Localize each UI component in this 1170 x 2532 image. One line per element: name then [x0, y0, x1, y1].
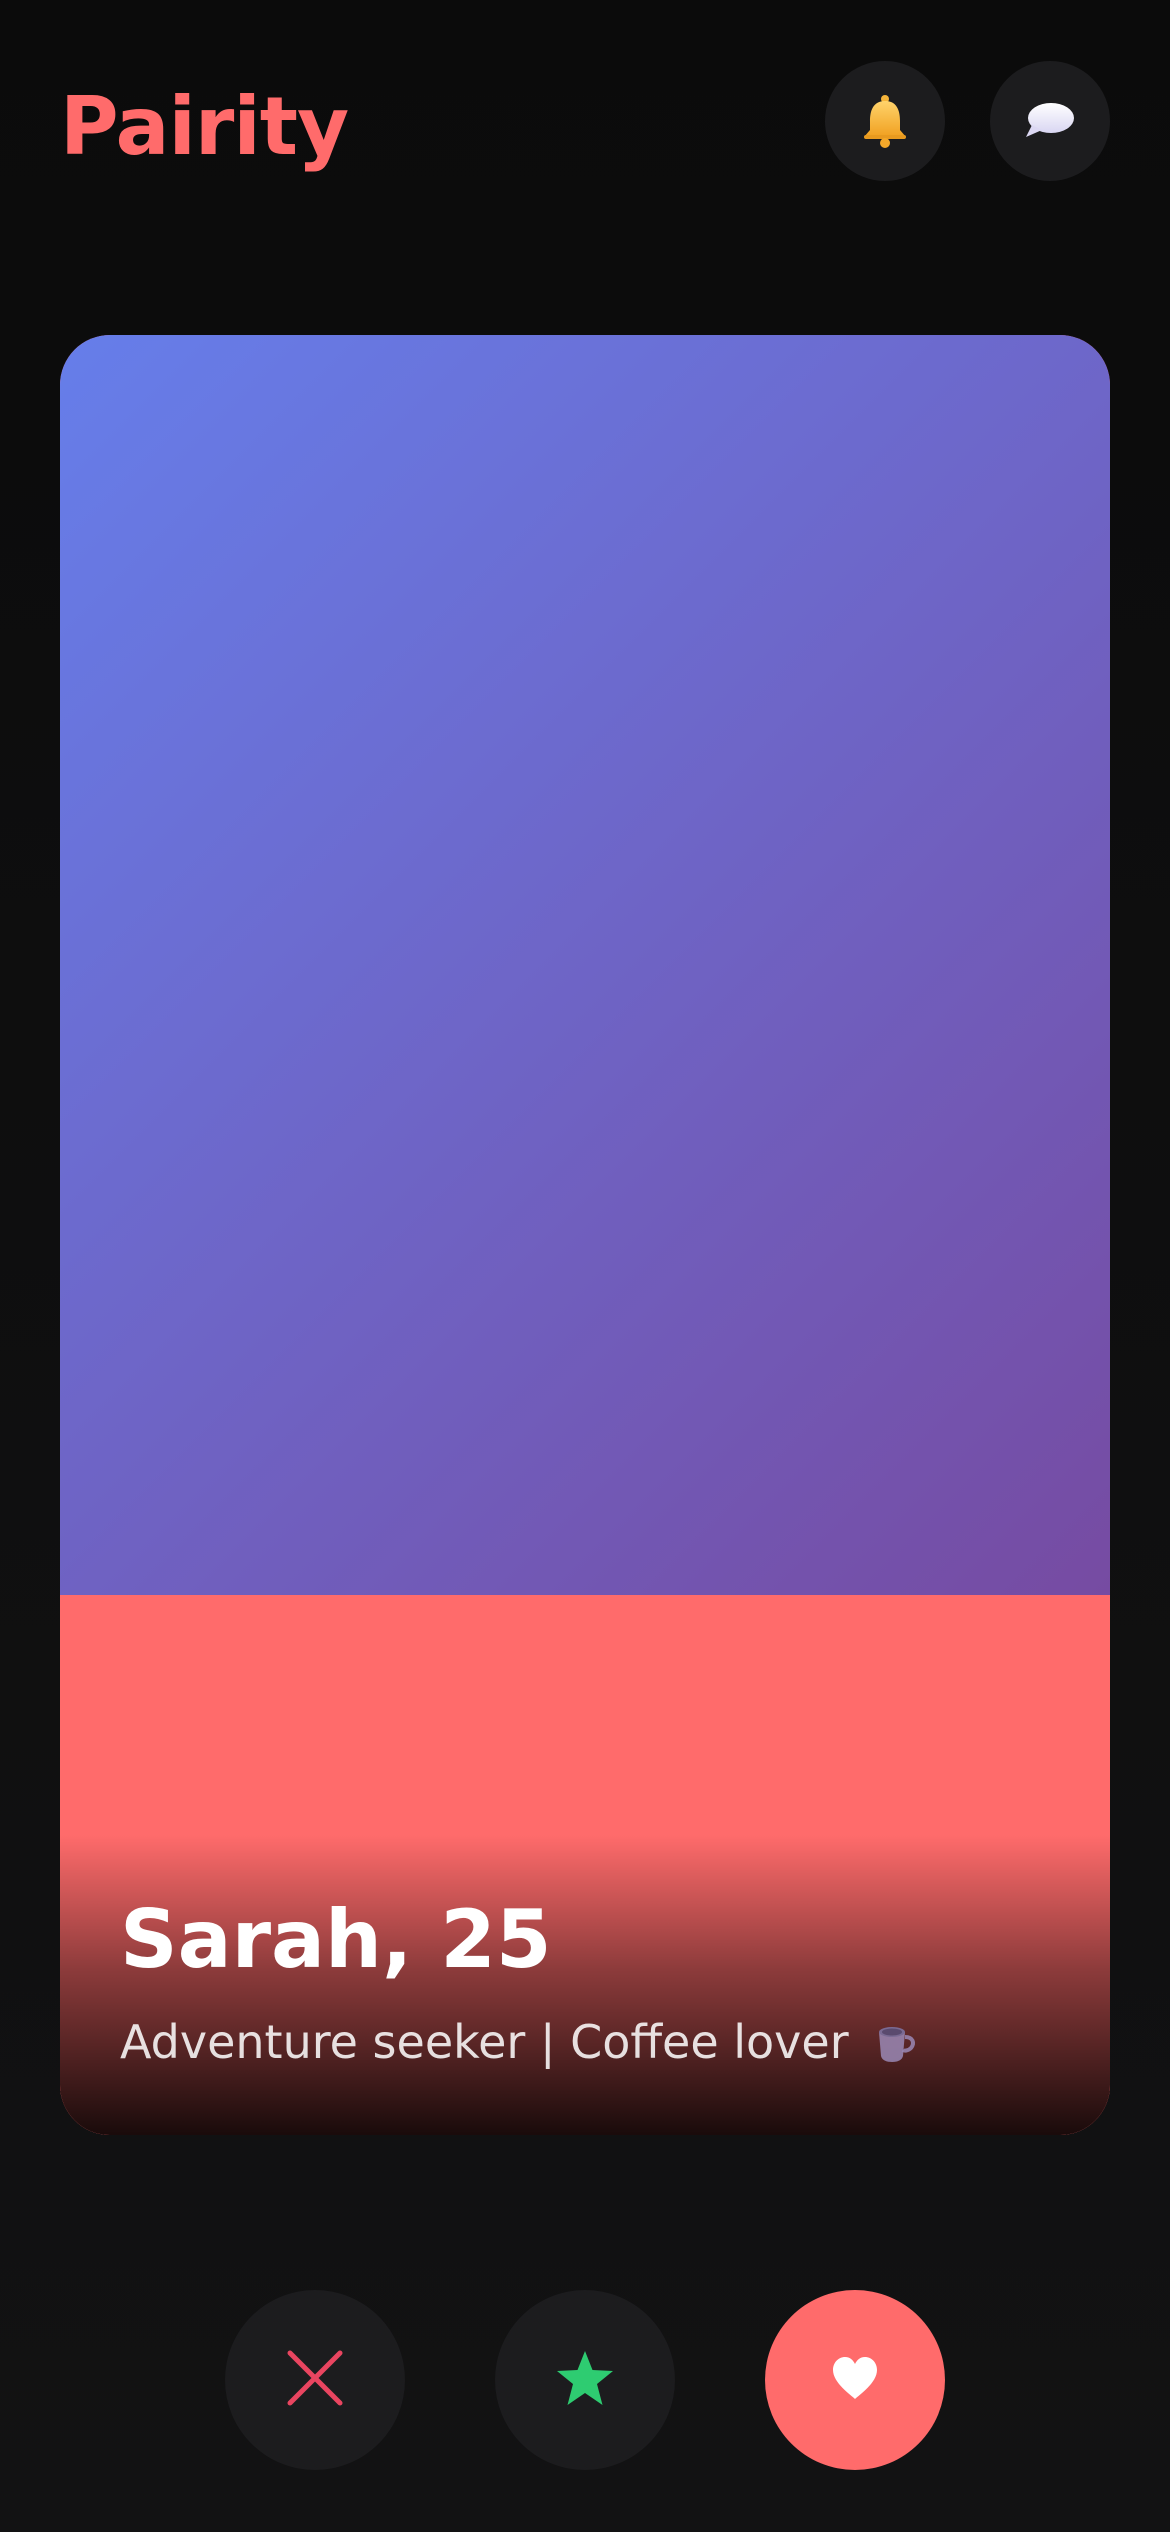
- profile-card[interactable]: Sarah, 25 Adventure seeker | Coffee love…: [60, 335, 1110, 2135]
- notifications-button[interactable]: [825, 61, 945, 181]
- close-icon: [285, 2348, 345, 2412]
- speech-bubble-icon: [1024, 99, 1076, 143]
- profile-bio: Adventure seeker | Coffee lover: [120, 2015, 849, 2069]
- profile-photo: [60, 335, 1110, 1595]
- super-like-button[interactable]: [495, 2290, 675, 2470]
- messages-button[interactable]: [990, 61, 1110, 181]
- profile-bio-row: Adventure seeker | Coffee lover: [120, 2012, 1050, 2072]
- like-button[interactable]: [765, 2290, 945, 2470]
- app-logo: Pairity: [60, 80, 349, 173]
- bell-icon: [860, 94, 910, 148]
- app-screen: Pairity Sarah, 25 Adventure seeker | Cof…: [0, 0, 1170, 2532]
- pass-button[interactable]: [225, 2290, 405, 2470]
- star-icon: [555, 2349, 615, 2411]
- top-bar: Pairity: [0, 0, 1170, 245]
- heart-icon: [830, 2356, 880, 2404]
- profile-name-age: Sarah, 25: [120, 1893, 552, 1986]
- profile-info: Sarah, 25 Adventure seeker | Coffee love…: [120, 1890, 1050, 2072]
- coffee-cup-icon: [871, 2018, 919, 2066]
- swipe-actions: [0, 2290, 1170, 2470]
